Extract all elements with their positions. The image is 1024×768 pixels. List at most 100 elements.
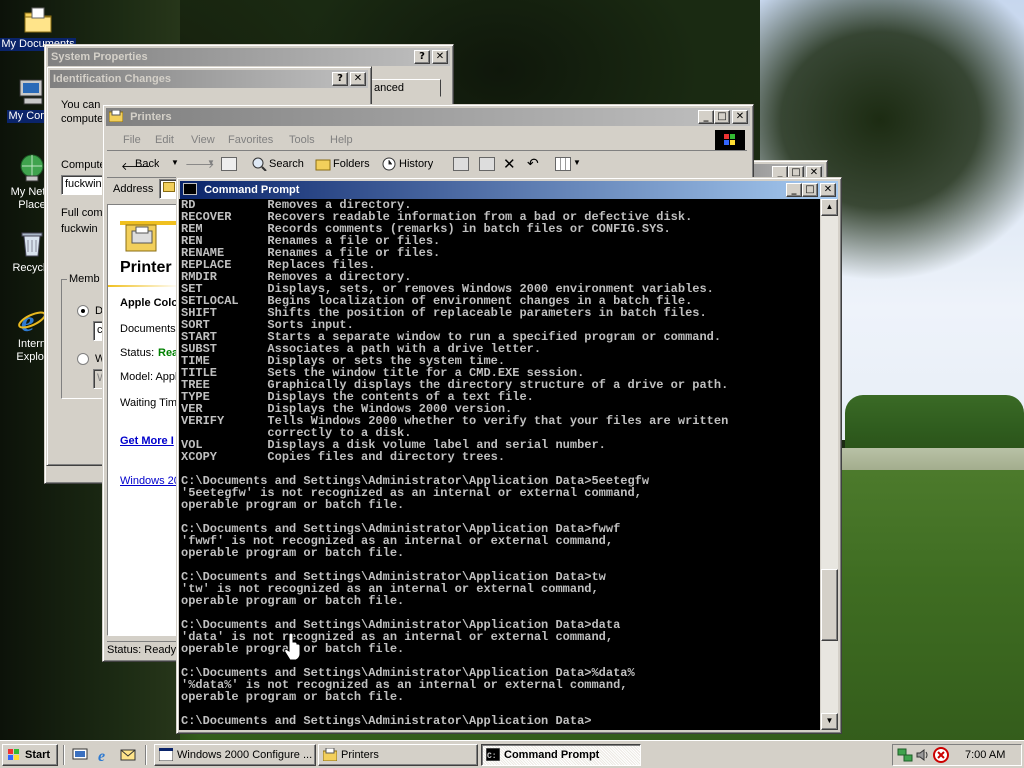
security-shield-icon[interactable] xyxy=(933,747,949,763)
maximize-button[interactable]: □ xyxy=(714,110,730,124)
console-line: operable program or batch file. xyxy=(181,642,405,656)
minimize-button[interactable]: _ xyxy=(786,183,802,197)
menu-file[interactable]: File xyxy=(123,134,141,146)
console-line: operable program or batch file. xyxy=(181,594,405,608)
desktop-icon-label: Intern xyxy=(17,338,47,350)
close-button[interactable]: ✕ xyxy=(350,72,366,86)
printer-folder-icon xyxy=(108,109,124,123)
member-of-label: Memb xyxy=(67,273,102,285)
menu-bar: File Edit View Favorites Tools Help xyxy=(107,129,747,151)
status-bar-text: Status: Ready xyxy=(107,644,177,656)
quick-launch-separator xyxy=(63,745,65,765)
views-dropdown-icon[interactable]: ▼ xyxy=(573,158,581,167)
taskbar-button-windows-2000-configure[interactable]: Windows 2000 Configure ... xyxy=(154,744,316,766)
console-line: operable program or batch file. xyxy=(181,690,405,704)
up-folder-icon[interactable] xyxy=(221,157,237,171)
network-connection-icon[interactable] xyxy=(897,747,913,763)
minimize-button[interactable]: _ xyxy=(698,110,714,124)
console-output[interactable]: RD Removes a directory. RECOVER Recovers … xyxy=(179,199,820,730)
printers-titlebar[interactable]: Printers _ □ ✕ xyxy=(106,108,750,126)
printer-folder-icon xyxy=(163,182,175,192)
svg-text:C:: C: xyxy=(487,752,497,761)
maximize-button[interactable]: □ xyxy=(802,183,818,197)
documents-label: Documents: xyxy=(120,323,179,335)
selected-printer-name: Apple Colo xyxy=(120,297,179,309)
show-desktop-icon[interactable] xyxy=(72,747,88,763)
help-button[interactable]: ? xyxy=(414,50,430,64)
console-vertical-scrollbar[interactable]: ▲ ▼ xyxy=(821,199,838,730)
taskbar-button-command-prompt[interactable]: C: Command Prompt xyxy=(481,744,641,766)
menu-view[interactable]: View xyxy=(191,134,215,146)
folders-button[interactable]: Folders xyxy=(333,158,370,170)
outlook-express-icon[interactable] xyxy=(120,747,136,763)
full-name-label: Full com xyxy=(61,207,103,219)
taskbar-button-printers[interactable]: Printers xyxy=(318,744,478,766)
taskbar-separator xyxy=(145,745,147,765)
printer-icon xyxy=(120,213,178,253)
command-prompt-titlebar[interactable]: Command Prompt _ □ ✕ xyxy=(180,181,838,199)
workgroup-radio[interactable] xyxy=(77,353,89,365)
scroll-thumb[interactable] xyxy=(821,569,838,641)
system-tray: 7:00 AM xyxy=(892,744,1022,766)
web-view-panel: Printer Apple Colo Documents: Status: Re… xyxy=(107,204,179,636)
windows-logo-icon xyxy=(715,130,745,150)
tab-advanced[interactable]: anced xyxy=(371,79,441,97)
internet-explorer-icon[interactable]: e xyxy=(96,747,112,763)
waiting-time-label: Waiting Time xyxy=(120,397,179,409)
console-icon xyxy=(183,183,197,195)
delete-icon[interactable]: ✕ xyxy=(503,155,516,173)
scroll-up-arrow-icon[interactable]: ▲ xyxy=(821,199,838,216)
window-app-icon xyxy=(158,747,174,762)
full-name-value: fuckwin xyxy=(61,223,98,235)
close-button[interactable]: ✕ xyxy=(732,110,748,124)
move-to-icon[interactable] xyxy=(453,157,469,171)
search-button[interactable]: Search xyxy=(269,158,304,170)
folders-icon xyxy=(315,157,331,174)
console-line: operable program or batch file. xyxy=(181,546,405,560)
forward-dropdown-icon[interactable]: ▼ xyxy=(207,158,215,167)
back-button[interactable]: Back xyxy=(135,158,159,170)
system-properties-titlebar[interactable]: System Properties ? ✕ xyxy=(48,48,450,66)
intro-text-line1: You can xyxy=(61,99,101,111)
hand-cursor-icon xyxy=(283,632,303,662)
address-label: Address xyxy=(113,183,154,195)
menu-favorites[interactable]: Favorites xyxy=(228,134,273,146)
help-button[interactable]: ? xyxy=(332,72,348,86)
wallpaper-hedge xyxy=(845,395,1024,453)
dialog-title: Identification Changes xyxy=(53,73,171,85)
wallpaper-path xyxy=(840,448,1024,470)
domain-radio[interactable] xyxy=(77,305,89,317)
volume-icon[interactable] xyxy=(915,747,931,763)
taskbar: Start e Windows 2000 Configure ... Print… xyxy=(0,740,1024,768)
standard-toolbar: 🡐 Back ▼ 🡒 ▼ Search Folders History ✕ ↶ … xyxy=(107,152,747,178)
windows-2000-support-link[interactable]: Windows 20 xyxy=(120,475,178,487)
close-button[interactable]: ✕ xyxy=(432,50,448,64)
console-line: XCOPY Copies files and directory trees. xyxy=(181,450,506,464)
panel-title: Printer xyxy=(120,259,172,276)
undo-icon[interactable]: ↶ xyxy=(527,155,539,172)
console-line: C:\Documents and Settings\Administrator\… xyxy=(181,714,592,728)
identification-changes-titlebar[interactable]: Identification Changes ? ✕ xyxy=(50,70,368,88)
status-label: Status: xyxy=(120,347,155,359)
svg-text:e: e xyxy=(98,748,105,763)
console-icon: C: xyxy=(485,747,501,762)
copy-to-icon[interactable] xyxy=(479,157,495,171)
back-dropdown-icon[interactable]: ▼ xyxy=(171,158,179,167)
menu-edit[interactable]: Edit xyxy=(155,134,174,146)
model-label: Model: Appl xyxy=(120,371,178,383)
menu-help[interactable]: Help xyxy=(330,134,353,146)
window-title: System Properties xyxy=(51,51,148,63)
window-title: Command Prompt xyxy=(204,184,300,196)
intro-text-line2: compute xyxy=(61,113,104,125)
start-button[interactable]: Start xyxy=(2,744,58,766)
desktop-icon-label: Place xyxy=(18,199,46,211)
views-icon[interactable] xyxy=(555,157,571,171)
console-text: RD Removes a directory. RECOVER Recovers … xyxy=(181,199,728,727)
get-more-info-link[interactable]: Get More I xyxy=(120,435,174,447)
search-icon xyxy=(251,157,267,174)
history-button[interactable]: History xyxy=(399,158,433,170)
scroll-down-arrow-icon[interactable]: ▼ xyxy=(821,713,838,730)
clock[interactable]: 7:00 AM xyxy=(965,749,1005,761)
menu-tools[interactable]: Tools xyxy=(289,134,315,146)
close-button[interactable]: ✕ xyxy=(820,183,836,197)
